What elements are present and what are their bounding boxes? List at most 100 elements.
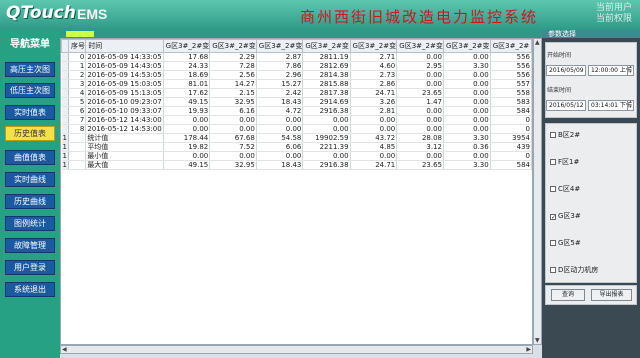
checkbox-checked-icon[interactable]: ✓	[550, 214, 556, 221]
column-header[interactable]: G区3#_2#变	[162, 39, 211, 53]
start-date-input[interactable]: 2016/05/09	[546, 65, 586, 76]
table-cell: 2211.39	[302, 142, 351, 152]
checkbox-icon[interactable]	[550, 267, 556, 273]
region-option-label: G区3#	[558, 212, 581, 220]
row-marker	[61, 124, 69, 134]
column-header[interactable]: G区3#_2#	[489, 39, 532, 53]
row-time: 平均值	[85, 142, 164, 152]
table-cell: 15.27	[256, 79, 304, 89]
table-cell: 0.00	[163, 151, 211, 161]
table-cell: 17.68	[163, 52, 211, 62]
row-index: 5	[68, 97, 87, 107]
table-cell: 0.00	[443, 106, 491, 116]
vertical-scrollbar[interactable]: ▲ ▼	[533, 38, 542, 345]
table-row[interactable]: 5 2016-05-10 09:23:07 49.15 32.95 18.43 2914.…	[61, 97, 532, 107]
horizontal-scrollbar[interactable]: ◀ ▶	[60, 345, 533, 354]
table-row[interactable]: 2 2016-05-09 14:53:05 18.69 2.56 2.96 2814.38…	[61, 70, 532, 80]
row-index: 1	[68, 61, 87, 71]
column-header[interactable]: G区3#_2#变	[209, 39, 257, 53]
end-date-input[interactable]: 2016/05/12	[546, 100, 586, 111]
scroll-left-icon[interactable]: ◀	[62, 346, 67, 353]
table-cell: 558	[490, 88, 532, 98]
column-header[interactable]: G区3#_2#变	[349, 39, 398, 53]
row-time: 2016-05-09 14:53:05	[85, 70, 164, 80]
sidebar-item-0[interactable]: 高压主次图	[5, 62, 55, 77]
table-row[interactable]: 0 2016-05-09 14:33:05 17.68 2.29 2.87 2811.19…	[61, 52, 532, 62]
sidebar-item-5[interactable]: 实时曲线	[5, 172, 55, 187]
table-cell: 2916.38	[302, 160, 351, 170]
region-option-4[interactable]: G区5#	[550, 239, 622, 248]
row-marker	[61, 79, 69, 89]
row-marker	[61, 52, 69, 62]
table-cell: 0.00	[302, 115, 351, 125]
table-cell: 2817.38	[302, 88, 351, 98]
table-row[interactable]: 1 最小值 0.00 0.00 0.00 0.00 0.00 0.00 0.00 0	[61, 151, 532, 161]
table-cell: 18.43	[256, 160, 304, 170]
table-cell: 2.71	[350, 52, 398, 62]
checkbox-icon[interactable]	[550, 186, 556, 192]
query-button[interactable]: 查询	[551, 289, 585, 301]
table-cell: 0.00	[350, 124, 398, 134]
table-cell: 0.00	[256, 124, 304, 134]
sidebar-item-7[interactable]: 图例统计	[5, 216, 55, 231]
checkbox-icon[interactable]	[550, 132, 556, 138]
column-header[interactable]: G区3#_2#变	[255, 39, 304, 53]
column-header[interactable]: 序号	[67, 39, 87, 53]
table-row[interactable]: 7 2016-05-12 14:43:00 0.00 0.00 0.00 0.00 0.00…	[61, 115, 532, 125]
region-option-1[interactable]: F区1#	[550, 158, 622, 167]
region-option-3[interactable]: ✓ G区3#	[550, 212, 622, 221]
table-cell: 0.00	[163, 124, 211, 134]
table-row[interactable]: 1 统计值 178.44 67.68 54.58 19902.59 43.72 28.08 3.…	[61, 133, 532, 143]
table-cell: 556	[490, 61, 532, 71]
checkbox-icon[interactable]	[550, 240, 556, 246]
row-marker: 1	[61, 133, 69, 143]
region-option-0[interactable]: B区2#	[550, 131, 622, 140]
column-header[interactable]: G区3#_2#变	[442, 39, 491, 53]
table-row[interactable]: 1 最大值 49.15 32.95 18.43 2916.38 24.71 23.65 3.30…	[61, 160, 532, 170]
sidebar-item-10[interactable]: 系统退出	[5, 282, 55, 297]
table-cell: 2916.38	[302, 106, 351, 116]
region-option-label: C区4#	[558, 185, 581, 193]
sidebar-item-2[interactable]: 实时值表	[5, 105, 55, 120]
sidebar-item-9[interactable]: 用户登录	[5, 260, 55, 275]
sidebar-item-8[interactable]: 故障管理	[5, 238, 55, 253]
row-index: 4	[68, 88, 87, 98]
region-option-2[interactable]: C区4#	[550, 185, 622, 194]
sidebar-item-4[interactable]: 曲值值表	[5, 150, 55, 165]
row-index	[68, 142, 87, 152]
column-header[interactable]: G区3#_2#变	[302, 39, 351, 53]
table-row[interactable]: 8 2016-05-12 14:53:00 0.00 0.00 0.00 0.00 0.00…	[61, 124, 532, 134]
sidebar-item-1[interactable]: 低压主次图	[5, 83, 55, 98]
table-row[interactable]: 1 平均值 19.82 7.52 6.06 2211.39 4.85 3.12 0.36 439	[61, 142, 532, 152]
table-row[interactable]: 4 2016-05-09 15:13:05 17.62 2.15 2.42 2817.38…	[61, 88, 532, 98]
scroll-up-icon[interactable]: ▲	[535, 39, 540, 46]
table-cell: 584	[490, 106, 532, 116]
start-time-spinner[interactable]: ▴ ▾	[627, 65, 633, 76]
table-cell: 0.00	[443, 79, 491, 89]
checkbox-icon[interactable]	[550, 159, 556, 165]
scroll-right-icon[interactable]: ▶	[526, 346, 531, 353]
export-report-button[interactable]: 导出报表	[591, 289, 632, 301]
table-cell: 0.00	[443, 115, 491, 125]
region-option-label: D区动力机房	[558, 266, 599, 274]
sidebar-item-6[interactable]: 历史曲线	[5, 194, 55, 209]
table-cell: 2.56	[209, 70, 257, 80]
table-cell: 81.01	[163, 79, 211, 89]
region-option-label: B区2#	[558, 131, 581, 139]
table-tab[interactable]	[66, 31, 94, 37]
column-header[interactable]: 时间	[85, 39, 164, 53]
table-row[interactable]: 3 2016-05-09 15:03:05 81.01 14.27 15.27 2815.…	[61, 79, 532, 89]
region-option-5[interactable]: D区动力机房	[550, 266, 622, 275]
scroll-down-icon[interactable]: ▼	[535, 337, 540, 344]
table-cell: 557	[490, 79, 532, 89]
end-time-spinner[interactable]: ▴ ▾	[627, 100, 633, 111]
row-index: 8	[68, 124, 87, 134]
column-header[interactable]: G区3#_2#变	[396, 39, 444, 53]
table-row[interactable]: 6 2016-05-10 09:33:07 19.93 6.16 4.72 2916.38…	[61, 106, 532, 116]
sidebar-item-3[interactable]: 历史值表	[5, 126, 55, 141]
table-cell: 6.06	[256, 142, 304, 152]
table-cell: 0.00	[396, 115, 444, 125]
row-time: 2016-05-09 15:13:05	[85, 88, 164, 98]
table-cell: 17.62	[163, 88, 211, 98]
table-row[interactable]: 1 2016-05-09 14:43:05 24.33 7.28 7.86 2812.69…	[61, 61, 532, 71]
